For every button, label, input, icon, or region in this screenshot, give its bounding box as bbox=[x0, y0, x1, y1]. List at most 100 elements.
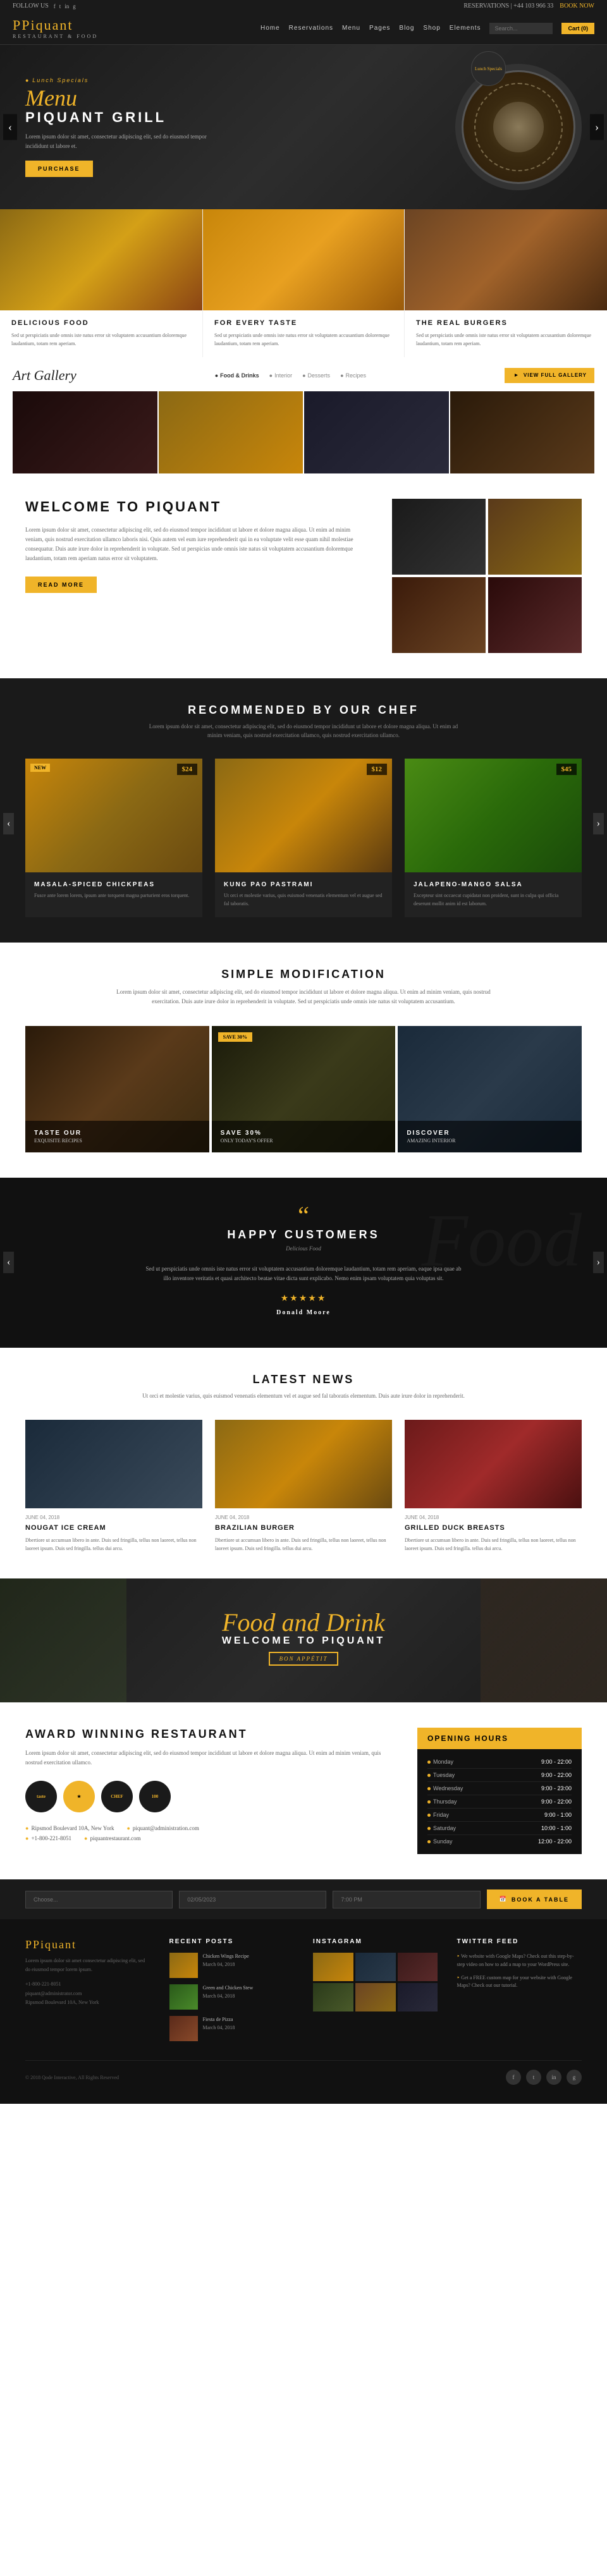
modification-grid: TASTE OUR EXQUISITE RECIPES SAVE 30% SAV… bbox=[25, 1026, 582, 1152]
mod-label-2: SAVE 30% bbox=[221, 1130, 387, 1137]
footer-post-info-2: Green and Chicken Stew March 04, 2018 bbox=[203, 1984, 254, 2001]
chef-card-title-3: JALAPENO-MANGO SALSA bbox=[414, 881, 573, 888]
nav-pages[interactable]: Pages bbox=[369, 25, 390, 32]
reservation-time-input[interactable] bbox=[333, 1891, 480, 1908]
nav-blog[interactable]: Blog bbox=[399, 25, 414, 32]
welcome-title: WELCOME TO PIQUANT bbox=[25, 499, 367, 515]
chef-card-2: $12 KUNG PAO PASTRAMI Ut orci et molesti… bbox=[215, 759, 392, 917]
featured-content-2: FOR EVERY TASTE Sed ut perspiciatis unde… bbox=[203, 310, 404, 357]
read-more-button[interactable]: READ MORE bbox=[25, 577, 97, 593]
customers-name: Donald Moore bbox=[25, 1309, 582, 1316]
news-subtitle: Ut orci et molestie varius, quis euismod… bbox=[114, 1391, 493, 1401]
footer-twitter-icon[interactable]: t bbox=[526, 2070, 541, 2085]
customers-prev-arrow[interactable]: ‹ bbox=[3, 1252, 14, 1273]
oh-rows: Monday 9:00 - 22:00 Tuesday 9:00 - 22:00… bbox=[417, 1749, 582, 1854]
footer-ig-4 bbox=[313, 1983, 353, 2011]
phone-label: RESERVATIONS | +44 103 966 33 bbox=[463, 3, 553, 9]
gallery-header: Art Gallery ● Food & Drinks ● Interior ●… bbox=[13, 367, 594, 384]
gallery-section: Art Gallery ● Food & Drinks ● Interior ●… bbox=[0, 357, 607, 473]
featured-text-3: Sed ut perspiciatis unde omnis iste natu… bbox=[416, 332, 596, 348]
hero-eyebrow-text: Lunch Specials bbox=[32, 77, 89, 83]
hero-prev-arrow[interactable]: ‹ bbox=[3, 114, 17, 140]
footer-ig-5 bbox=[355, 1983, 396, 2011]
twitter-icon[interactable]: t bbox=[59, 3, 61, 9]
full-gallery-button[interactable]: ▶ VIEW FULL GALLERY bbox=[505, 368, 594, 383]
news-section: LATEST NEWS Ut orci et molestie varius, … bbox=[0, 1348, 607, 1578]
nav-reservations[interactable]: Reservations bbox=[289, 25, 333, 32]
award-badge-3: CHEF bbox=[101, 1781, 133, 1812]
google-icon[interactable]: g bbox=[73, 3, 76, 9]
chef-next-arrow[interactable]: › bbox=[593, 813, 604, 834]
hero-main-title: PIQUANT GRILL bbox=[25, 109, 215, 126]
footer-address: Ripsmod Boulevard 10A, New York bbox=[25, 1998, 150, 2007]
cart-button[interactable]: Cart (0) bbox=[561, 23, 594, 34]
gallery-img-4 bbox=[450, 391, 595, 473]
featured-image-2 bbox=[203, 209, 404, 310]
oh-day-sunday: Sunday bbox=[427, 1838, 453, 1845]
oh-row-monday: Monday 9:00 - 22:00 bbox=[427, 1755, 572, 1769]
welcome-img-2 bbox=[488, 499, 582, 575]
mod-badge-2: SAVE 30% bbox=[218, 1032, 252, 1042]
oh-row-saturday: Saturday 10:00 - 1:00 bbox=[427, 1822, 572, 1835]
featured-image-3 bbox=[405, 209, 607, 310]
mod-label-3: DISCOVER bbox=[407, 1130, 573, 1137]
nav-shop[interactable]: Shop bbox=[423, 25, 440, 32]
banner-content: Food and Drink WELCOME TO PIQUANT BON AP… bbox=[25, 1610, 582, 1671]
reservation-guests-input[interactable] bbox=[25, 1891, 173, 1908]
nav-home[interactable]: Home bbox=[261, 25, 280, 32]
oh-day-thursday: Thursday bbox=[427, 1798, 457, 1805]
featured-text-2: Sed ut perspiciatis unde omnis iste natu… bbox=[214, 332, 393, 348]
featured-item-1: DELICIOUS FOOD Sed ut perspiciatis unde … bbox=[0, 209, 202, 357]
chef-card-text-1: Fusce ante lorem lorem, ipsum ante torqu… bbox=[34, 892, 193, 900]
gallery-filter-recipes[interactable]: ● Recipes bbox=[340, 372, 366, 379]
award-badge-4: 100 bbox=[139, 1781, 171, 1812]
footer-post-date-3: March 04, 2018 bbox=[203, 2024, 235, 2032]
book-table-button[interactable]: 📅 BOOK A TABLE bbox=[487, 1889, 582, 1909]
chef-card-3: $45 JALAPENO-MANGO SALSA Excepteur sint … bbox=[405, 759, 582, 917]
footer-ig-2 bbox=[355, 1953, 396, 1981]
oh-day-wednesday: Wednesday bbox=[427, 1785, 463, 1792]
facebook-icon[interactable]: f bbox=[54, 3, 56, 9]
gallery-img-3 bbox=[304, 391, 449, 473]
gallery-filter-interior[interactable]: ● Interior bbox=[269, 372, 292, 379]
oh-row-tuesday: Tuesday 9:00 - 22:00 bbox=[427, 1769, 572, 1782]
banner-script-title: Food and Drink bbox=[25, 1610, 582, 1635]
footer-instagram-title: INSTAGRAM bbox=[313, 1938, 438, 1945]
reservation-date-input[interactable] bbox=[179, 1891, 326, 1908]
book-now-btn[interactable]: BOOK NOW bbox=[560, 3, 594, 9]
chef-prev-arrow[interactable]: ‹ bbox=[3, 813, 14, 834]
copyright: © 2018 Qode Interactive, All Rights Rese… bbox=[25, 2075, 119, 2080]
hero-next-arrow[interactable]: › bbox=[590, 114, 604, 140]
chef-card-text-3: Excepteur sint occaecat cupidatat non pr… bbox=[414, 892, 573, 908]
footer-post-date-2: March 04, 2018 bbox=[203, 1993, 254, 2001]
customers-text: Sed ut perspiciatis unde omnis iste natu… bbox=[145, 1264, 462, 1284]
footer-google-icon[interactable]: g bbox=[567, 2070, 582, 2085]
news-title: LATEST NEWS bbox=[25, 1373, 582, 1386]
nav-menu[interactable]: Menu bbox=[342, 25, 360, 32]
oh-day-saturday: Saturday bbox=[427, 1825, 456, 1831]
oh-time-monday: 9:00 - 22:00 bbox=[541, 1759, 572, 1765]
footer-facebook-icon[interactable]: f bbox=[506, 2070, 521, 2085]
footer-post-info-3: Fiesta de Pizza March 04, 2018 bbox=[203, 2016, 235, 2032]
gallery-img-2 bbox=[159, 391, 304, 473]
footer-instagram-icon[interactable]: in bbox=[546, 2070, 561, 2085]
gallery-filter-desserts[interactable]: ● Desserts bbox=[302, 372, 330, 379]
customers-next-arrow[interactable]: › bbox=[593, 1252, 604, 1273]
chef-badge-1: NEW bbox=[30, 764, 50, 772]
pizza-detail bbox=[474, 83, 563, 171]
chef-card-content-2: KUNG PAO PASTRAMI Ut orci et molestie va… bbox=[215, 872, 392, 917]
footer-post-info-1: Chicken Wings Recipe March 04, 2018 bbox=[203, 1953, 249, 1969]
award-content: AWARD WINNING RESTAURANT Lorem ipsum dol… bbox=[25, 1728, 392, 1854]
purchase-button[interactable]: PURCHASE bbox=[25, 161, 93, 177]
welcome-img-4 bbox=[488, 577, 582, 653]
nav-elements[interactable]: Elements bbox=[450, 25, 481, 32]
twitter-icon-1: ‣ bbox=[457, 1953, 460, 1959]
news-card-title-2: BRAZILIAN BURGER bbox=[215, 1524, 392, 1532]
search-input[interactable] bbox=[489, 23, 553, 34]
chef-subtitle: Lorem ipsum dolor sit amet, consectetur … bbox=[145, 722, 462, 740]
instagram-icon[interactable]: in bbox=[64, 3, 69, 9]
pizza-inner bbox=[493, 102, 544, 152]
oh-time-wednesday: 9:00 - 23:00 bbox=[541, 1785, 572, 1792]
logo-text: PPiquant bbox=[13, 17, 98, 34]
gallery-filter-food[interactable]: ● Food & Drinks bbox=[215, 372, 259, 379]
